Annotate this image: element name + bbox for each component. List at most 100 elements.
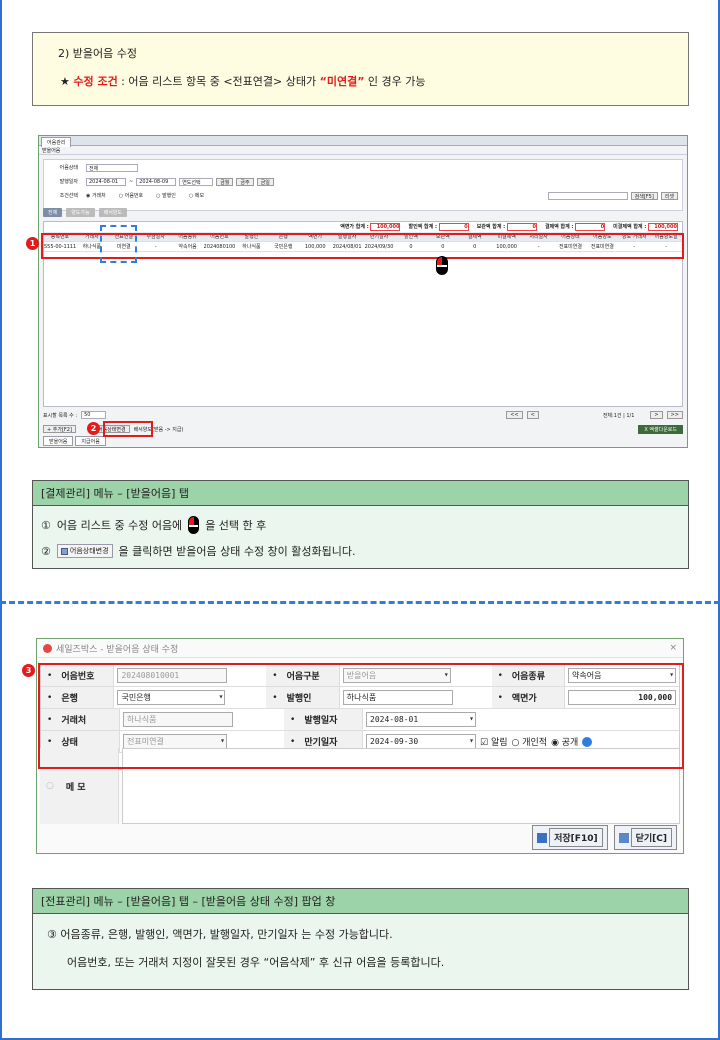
condition-tail: 인 경우 가능 — [364, 75, 426, 88]
condition-line: ★ 수정 조건 : 어음 리스트 항목 중 <전표연결> 상태가 “미연결” 인… — [58, 73, 688, 89]
status-change-chip: 어음상태변경 — [56, 544, 113, 558]
tab-receivable[interactable]: 받을어음 — [43, 436, 74, 446]
search-input[interactable] — [547, 191, 628, 200]
prev-page-button[interactable]: < — [526, 411, 539, 419]
total-value: 0 — [438, 223, 469, 231]
step-badge-3: 3 — [22, 664, 35, 677]
excel-download-button[interactable]: X 엑셀다운로드 — [638, 424, 683, 434]
box2-line-2: 어음번호, 또는 거래처 지정이 잘못된 경우 “어음삭제” 후 신규 어음을 … — [67, 956, 445, 969]
this-month-button[interactable]: 금월 — [216, 177, 234, 186]
total-label: 액면가 합계 : — [340, 224, 371, 230]
save-button[interactable]: 저장[F10] — [532, 825, 608, 850]
total-item: 결제액 합계 : 0 — [544, 223, 606, 231]
instruction-box-2: [전표관리] 메뉴 – [받을어음] 탭 – [받을어음 상태 수정] 팝업 창… — [32, 888, 689, 990]
date-to[interactable]: 2024-08-09 — [136, 177, 177, 186]
save-icon — [537, 832, 548, 843]
first-page-button[interactable]: << — [506, 411, 523, 419]
condition-text: : 어음 리스트 항목 중 <전표연결> 상태가 — [117, 75, 320, 88]
filter-transferred-button[interactable]: 배서양도 — [98, 207, 128, 217]
num-2: ② — [41, 544, 51, 558]
exit-icon — [618, 832, 629, 843]
box2-title: [전표관리] 메뉴 – [받을어음] 탭 – [받을어음 상태 수정] 팝업 창 — [33, 889, 688, 914]
step-badge-2: 2 — [87, 422, 100, 435]
popup-buttons: 저장[F10] 닫기[C] — [532, 825, 677, 850]
condition-value: “미연결” — [319, 75, 365, 88]
section-divider — [0, 601, 720, 604]
filter-transferable-button[interactable]: 양도가능 — [66, 207, 95, 217]
add-button[interactable]: + 추가[F2] — [43, 425, 76, 433]
section-heading: 2) 받을어음 수정 — [58, 47, 138, 60]
window-tabbar: 어음관리 — [39, 136, 687, 147]
bottom-tabs: 받을어음 지급어음 — [43, 436, 106, 446]
this-week-button[interactable]: 금주 — [236, 177, 254, 186]
total-label: 결제액 합계 : — [544, 224, 576, 230]
instruction-box-1: [결제관리] 메뉴 – [받을어음] 탭 ① 어음 리스트 중 수정 어음에 을… — [32, 480, 689, 569]
total-value: 0 — [575, 223, 606, 231]
filter-row-date: 발행일자 2024-08-01 ~ 2024-08-09 연도선택 금월 금주 금… — [48, 177, 274, 186]
line1-text-a: 어음 리스트 중 수정 어음에 — [56, 519, 183, 532]
popup-title: 세일즈박스 - 받을어음 상태 수정 — [56, 644, 179, 655]
box2-line-1: ③ 어음종류, 은행, 발행인, 액면가, 발행일자, 만기일자 는 수정 가능… — [47, 928, 393, 941]
filter-panel: 어음상태 전체 발행일자 2024-08-01 ~ 2024-08-09 연도선택… — [43, 159, 683, 211]
radio-bill-no[interactable]: ○ 어음번호 — [119, 192, 143, 199]
page-info: 전체:1건 | 1/1 — [602, 412, 635, 419]
grid-toolbar: 전체 양도가능 배서양도 — [43, 206, 683, 218]
step-badge-1: 1 — [26, 237, 39, 250]
radio-client[interactable]: ◉ 거래처 — [86, 192, 106, 199]
app-logo-icon — [43, 643, 52, 653]
receivable-bill-screen: 어음관리 받을어음 어음상태 전체 발행일자 2024-08-01 ~ 2024-… — [38, 135, 688, 448]
screen-header: 받을어음 — [39, 146, 687, 155]
tab-bill-mgmt[interactable]: 어음관리 — [41, 137, 72, 147]
condition-label: 수정 조건 — [73, 75, 118, 88]
total-value: 0 — [506, 223, 537, 231]
close-button[interactable]: 닫기[C] — [613, 825, 677, 850]
page-size-select[interactable]: 50 — [81, 411, 107, 419]
popup-titlebar: 세일즈박스 - 받을어음 상태 수정 × — [37, 639, 683, 658]
status-label: 어음상태 — [59, 165, 78, 171]
close-icon[interactable]: × — [669, 643, 677, 653]
cond-label: 조건선택 — [59, 193, 78, 199]
row-highlight-box — [41, 233, 684, 259]
tab-payable[interactable]: 지급어음 — [75, 436, 106, 446]
filter-all-button[interactable]: 전체 — [43, 207, 63, 217]
date-from[interactable]: 2024-08-01 — [86, 177, 126, 186]
box1-line-2: ② 어음상태변경 을 클릭하면 받을어음 상태 수정 창이 활성화됩니다. — [33, 540, 688, 562]
link-column-highlight — [100, 225, 137, 263]
date-label: 발행일자 — [59, 179, 78, 185]
mouse-icon — [188, 516, 200, 534]
status-button-highlight — [103, 421, 153, 437]
line2-text: 을 클릭하면 받을어음 상태 수정 창이 활성화됩니다. — [118, 545, 356, 558]
filter-row-cond: 조건선택 ◉ 거래처 ○ 어음번호 ○ 발행인 ○ 메모 검색[F5] 리셋 — [48, 191, 678, 200]
last-page-button[interactable]: >> — [666, 411, 683, 419]
radio-issuer[interactable]: ○ 발행인 — [156, 192, 176, 199]
star-icon: ★ — [60, 75, 70, 88]
total-item: 미결제액 합계 : 100,000 — [613, 223, 678, 231]
search-button[interactable]: 검색[F5] — [630, 191, 658, 200]
total-label: 보관액 합계 : — [476, 224, 507, 230]
box1-line-1: ① 어음 리스트 중 수정 어음에 을 선택 한 후 — [33, 514, 688, 536]
line1-text-b: 을 선택 한 후 — [205, 519, 267, 532]
condition-note: 2) 받을어음 수정 ★ 수정 조건 : 어음 리스트 항목 중 <전표연결> … — [32, 32, 689, 106]
form-highlight-box — [38, 663, 684, 769]
edit-icon — [60, 547, 68, 555]
box1-title: [결제관리] 메뉴 – [받을어음] 탭 — [33, 481, 688, 506]
filter-row-status: 어음상태 전체 — [48, 163, 138, 172]
total-value: 100,000 — [648, 223, 678, 231]
total-item: 보관액 합계 : 0 — [477, 223, 537, 231]
pager-bar: 표시할 목록 수 : 50 << < 전체:1건 | 1/1 > >> — [43, 410, 683, 420]
total-label: 미결제액 합계 : — [613, 224, 648, 230]
reset-button[interactable]: 리셋 — [660, 191, 678, 200]
mouse-icon — [436, 256, 448, 275]
radio-memo[interactable]: ○ 메모 — [189, 192, 204, 199]
total-label: 할인액 합계 : — [408, 224, 439, 230]
total-value: 100,000 — [370, 223, 401, 231]
total-item: 할인액 합계 : 0 — [408, 223, 469, 231]
total-item: 액면가 합계 : 100,000 — [340, 223, 401, 231]
num-1: ① — [41, 518, 51, 532]
totals-bar: 액면가 합계 : 100,000 할인액 합계 : 0 보관액 합계 : 0 결제액 … — [44, 222, 682, 232]
page-size-label: 표시할 목록 수 : — [43, 412, 78, 419]
today-button[interactable]: 금일 — [256, 177, 274, 186]
next-page-button[interactable]: > — [650, 411, 663, 419]
status-select[interactable]: 전체 — [86, 163, 138, 172]
year-select[interactable]: 연도선택 — [179, 177, 214, 186]
